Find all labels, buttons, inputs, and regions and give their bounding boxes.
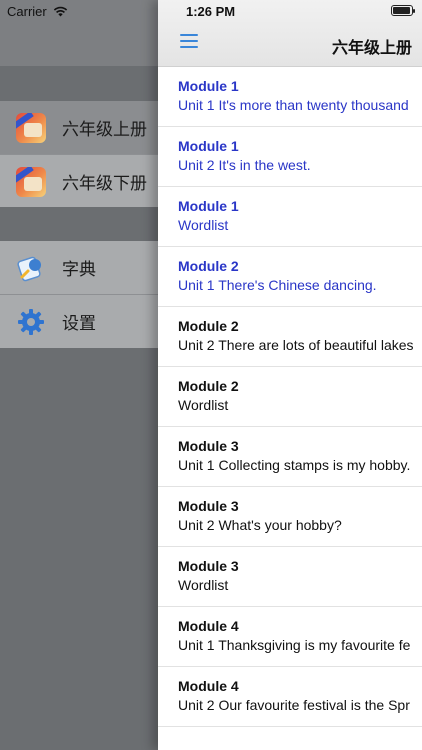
dictionary-icon bbox=[17, 256, 41, 281]
lesson-list: Module 1 Unit 1 It's more than twenty tho… bbox=[158, 67, 422, 727]
textbook-icon bbox=[16, 166, 46, 197]
drawer-item-label: 字典 bbox=[62, 260, 96, 279]
unit-title: Unit 2 Our favourite festival is the Spr bbox=[178, 697, 410, 713]
unit-title: Wordlist bbox=[178, 577, 229, 593]
wifi-icon bbox=[53, 6, 67, 17]
lesson-row[interactable]: Module 2 Unit 1 There's Chinese dancing. bbox=[158, 247, 422, 307]
drawer-item-label: 六年级上册 bbox=[62, 120, 147, 139]
module-label: Module 4 bbox=[178, 678, 239, 694]
module-label: Module 3 bbox=[178, 438, 239, 454]
lesson-row[interactable]: Module 2 Wordlist bbox=[158, 367, 422, 427]
module-label: Module 1 bbox=[178, 198, 239, 214]
lesson-row[interactable]: Module 1 Unit 2 It's in the west. bbox=[158, 127, 422, 187]
lesson-row[interactable]: Module 3 Unit 1 Collecting stamps is my h… bbox=[158, 427, 422, 487]
module-label: Module 1 bbox=[178, 138, 239, 154]
main-panel: 1:26 PM 六年级上册 Module 1 Unit 1 It's more t… bbox=[158, 0, 422, 750]
unit-title: Unit 1 Collecting stamps is my hobby. bbox=[178, 457, 411, 473]
module-label: Module 1 bbox=[178, 78, 239, 94]
status-bar-left: Carrier bbox=[7, 4, 68, 19]
lesson-row[interactable]: Module 1 Unit 1 It's more than twenty tho… bbox=[158, 67, 422, 127]
unit-title: Unit 2 There are lots of beautiful lakes bbox=[178, 337, 414, 353]
gear-icon bbox=[18, 308, 44, 335]
textbook-icon bbox=[16, 112, 46, 143]
drawer-item-label: 六年级下册 bbox=[62, 174, 147, 193]
drawer-item-label: 设置 bbox=[62, 314, 96, 333]
unit-title: Unit 1 There's Chinese dancing. bbox=[178, 277, 377, 293]
module-label: Module 3 bbox=[178, 498, 239, 514]
module-label: Module 2 bbox=[178, 258, 239, 274]
unit-title: Wordlist bbox=[178, 217, 229, 233]
module-label: Module 2 bbox=[178, 318, 239, 334]
lesson-row[interactable]: Module 3 Unit 2 What's your hobby? bbox=[158, 487, 422, 547]
unit-title: Unit 1 Thanksgiving is my favourite fe bbox=[178, 637, 411, 653]
status-time: 1:26 PM bbox=[186, 4, 236, 19]
module-label: Module 4 bbox=[178, 618, 239, 634]
lesson-row[interactable]: Module 2 Unit 2 There are lots of beautif… bbox=[158, 307, 422, 367]
lesson-row[interactable]: Module 4 Unit 1 Thanksgiving is my favour… bbox=[158, 607, 422, 667]
unit-title: Unit 2 It's in the west. bbox=[178, 157, 311, 173]
lesson-row[interactable]: Module 3 Wordlist bbox=[158, 547, 422, 607]
unit-title: Unit 2 What's your hobby? bbox=[178, 517, 342, 533]
module-label: Module 2 bbox=[178, 378, 239, 394]
lesson-row[interactable]: Module 4 Unit 2 Our favourite festival is… bbox=[158, 667, 422, 727]
page-title: 六年级上册 bbox=[331, 40, 412, 57]
unit-title: Wordlist bbox=[178, 397, 229, 413]
hamburger-menu-icon[interactable] bbox=[180, 33, 198, 49]
lesson-row[interactable]: Module 1 Wordlist bbox=[158, 187, 422, 247]
module-label: Module 3 bbox=[178, 558, 239, 574]
navigation-bar: 1:26 PM 六年级上册 bbox=[158, 0, 422, 67]
battery-icon bbox=[391, 5, 415, 16]
unit-title: Unit 1 It's more than twenty thousand bbox=[178, 97, 409, 113]
carrier-label: Carrier bbox=[7, 4, 47, 19]
